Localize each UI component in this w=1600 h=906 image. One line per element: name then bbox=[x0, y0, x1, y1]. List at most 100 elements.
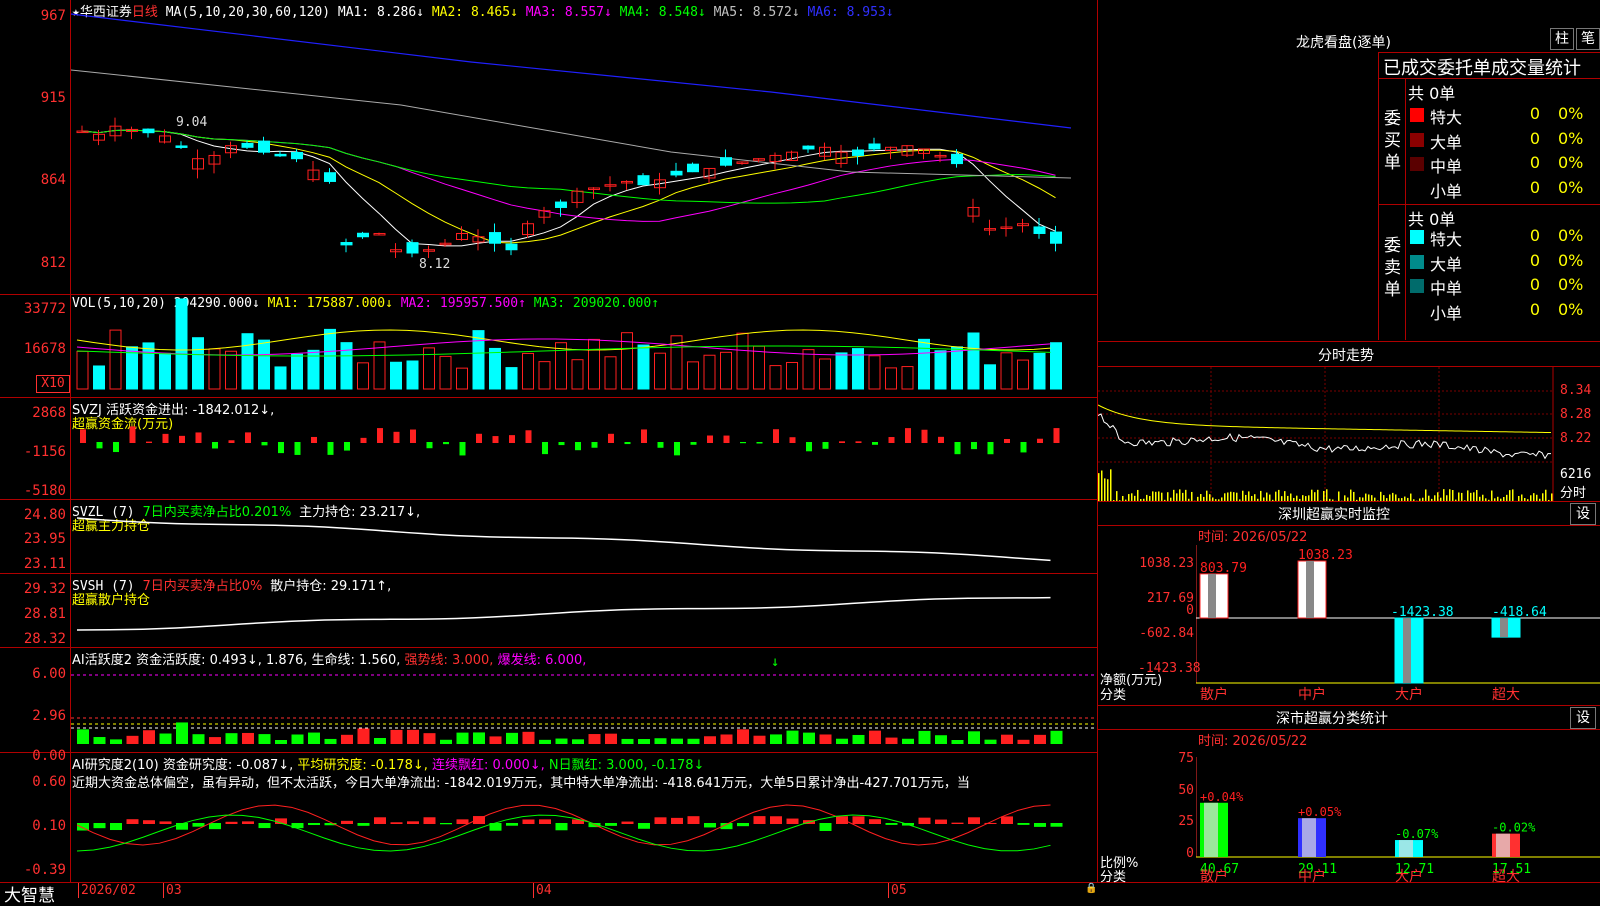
research-bar bbox=[457, 819, 469, 824]
research-bar bbox=[622, 822, 634, 824]
activity-bar bbox=[902, 739, 914, 744]
flow-bar bbox=[476, 434, 482, 443]
candle-body bbox=[358, 233, 369, 236]
activity-bar bbox=[424, 733, 436, 744]
buy-row-pct: 0% bbox=[1558, 153, 1582, 172]
fenshi-vol-bar bbox=[1284, 491, 1286, 501]
fenshi-chart[interactable] bbox=[1098, 367, 1600, 501]
buy-row-pct: 0% bbox=[1558, 178, 1582, 197]
flow-bar bbox=[130, 426, 136, 443]
research-bar bbox=[1034, 823, 1046, 827]
flow-bar bbox=[196, 432, 202, 443]
cls-tick: 75 bbox=[1158, 751, 1194, 766]
flow-bar bbox=[707, 436, 713, 443]
tick-mode-button[interactable]: 笔 bbox=[1576, 28, 1600, 50]
research-bar bbox=[605, 823, 617, 826]
volume-bar bbox=[1034, 353, 1045, 389]
activity-bar bbox=[308, 733, 320, 744]
svzj-tick: -5180 bbox=[0, 483, 66, 499]
fenshi-vol-bar bbox=[1200, 494, 1202, 501]
bar-mode-button[interactable]: 柱 bbox=[1550, 28, 1574, 50]
ai-research-chart[interactable] bbox=[71, 753, 1097, 882]
activity-bar bbox=[325, 739, 337, 744]
buy-row-swatch bbox=[1410, 157, 1424, 171]
flow-bar bbox=[773, 429, 779, 443]
cls-change-label: +0.04% bbox=[1200, 790, 1244, 804]
kline-chart[interactable]: 9.04 8.12 bbox=[71, 0, 1097, 294]
activity-bar bbox=[127, 736, 139, 744]
fenshi-vol-bar bbox=[1290, 494, 1292, 501]
sz-category: 散户 bbox=[1200, 684, 1228, 704]
sz-settings-button[interactable]: 设 bbox=[1570, 503, 1596, 525]
sz-xlabel: 分类 bbox=[1100, 684, 1126, 703]
svzl-chart[interactable] bbox=[71, 500, 1097, 573]
volume-bar bbox=[886, 368, 897, 389]
brand-label[interactable]: 大智慧 bbox=[4, 881, 55, 906]
fenshi-vol-bar bbox=[1152, 491, 1154, 501]
cls-category: 超大 bbox=[1492, 866, 1520, 886]
flow-bar bbox=[608, 434, 614, 443]
research-bar bbox=[358, 823, 370, 826]
sell-label: 委卖单 bbox=[1384, 235, 1404, 301]
flow-bar bbox=[806, 442, 812, 451]
activity-bar bbox=[572, 739, 584, 744]
volume-bar bbox=[407, 361, 418, 389]
research-bar bbox=[391, 822, 403, 824]
research-bar bbox=[308, 823, 320, 825]
fenshi-vol-bar bbox=[1467, 490, 1469, 501]
fenshi-vol-bar bbox=[1185, 490, 1187, 501]
research-bar bbox=[110, 823, 122, 830]
sz-bar-label: -418.64 bbox=[1492, 605, 1547, 620]
cls-change-label: +0.05% bbox=[1298, 805, 1342, 819]
sz-monitor-chart[interactable]: 803.791038.23-1423.38-418.64 bbox=[1196, 545, 1600, 700]
fenshi-vol-bar bbox=[1512, 489, 1514, 501]
fenshi-vol-bar bbox=[1551, 493, 1553, 501]
vol-unit-badge[interactable]: X10 bbox=[36, 375, 70, 393]
sell-row-name: 大单 bbox=[1430, 251, 1462, 275]
cls-settings-button[interactable]: 设 bbox=[1570, 707, 1596, 729]
cls-xlabel: 分类 bbox=[1100, 866, 1126, 885]
fenshi-vol-bar bbox=[1179, 489, 1181, 501]
fenshi-vol-bar bbox=[1458, 492, 1460, 501]
fenshi-vol-bar bbox=[1542, 493, 1544, 501]
activity-bar bbox=[853, 735, 865, 744]
price-tick: 967 bbox=[0, 8, 66, 24]
sell-row-swatch bbox=[1410, 255, 1424, 269]
volume-bar bbox=[523, 353, 534, 389]
activity-bar bbox=[556, 739, 568, 744]
research-bar bbox=[539, 819, 551, 824]
volume-bar bbox=[770, 366, 781, 389]
flow-bar bbox=[938, 437, 944, 443]
candles bbox=[77, 118, 1062, 258]
fenshi-vol-bar bbox=[1491, 491, 1493, 501]
fenshi-vol-bar bbox=[1353, 492, 1355, 501]
research-bar bbox=[209, 823, 221, 829]
ai2-chart[interactable]: ↓ bbox=[71, 648, 1097, 752]
activity-bar bbox=[94, 737, 106, 744]
svzj-tick: 2868 bbox=[0, 405, 66, 421]
sell-row-pct: 0% bbox=[1558, 300, 1582, 319]
activity-bar bbox=[226, 733, 238, 744]
svzj-chart[interactable] bbox=[71, 398, 1097, 499]
activity-bar bbox=[671, 739, 683, 744]
lock-icon[interactable]: 🔒 bbox=[1085, 883, 1097, 894]
activity-bar bbox=[820, 734, 832, 744]
flow-bar bbox=[410, 430, 416, 443]
lhb-label-border bbox=[1405, 78, 1406, 340]
cls-title: 深市超赢分类统计 bbox=[1276, 708, 1388, 728]
volume-bar bbox=[952, 347, 963, 389]
volume-chart[interactable] bbox=[71, 295, 1097, 397]
flow-bar bbox=[278, 442, 284, 453]
air-tick: -0.39 bbox=[0, 862, 66, 878]
research-bar bbox=[952, 823, 964, 824]
ma-line bbox=[82, 130, 1056, 246]
sell-row-count: 0 bbox=[1516, 300, 1540, 319]
fenshi-vol-bar bbox=[1137, 490, 1139, 501]
fenshi-vol-bar bbox=[1260, 491, 1262, 501]
fenshi-vol-bar bbox=[1425, 489, 1427, 501]
volume-bar bbox=[473, 331, 484, 389]
flow-bar bbox=[361, 438, 367, 443]
sz-date: 时间: 2026/05/22 bbox=[1198, 526, 1307, 545]
cls-chart[interactable]: +0.04%40.67+0.05%29.11-0.07%12.71-0.02%1… bbox=[1196, 757, 1600, 882]
svsh-chart[interactable] bbox=[71, 574, 1097, 647]
